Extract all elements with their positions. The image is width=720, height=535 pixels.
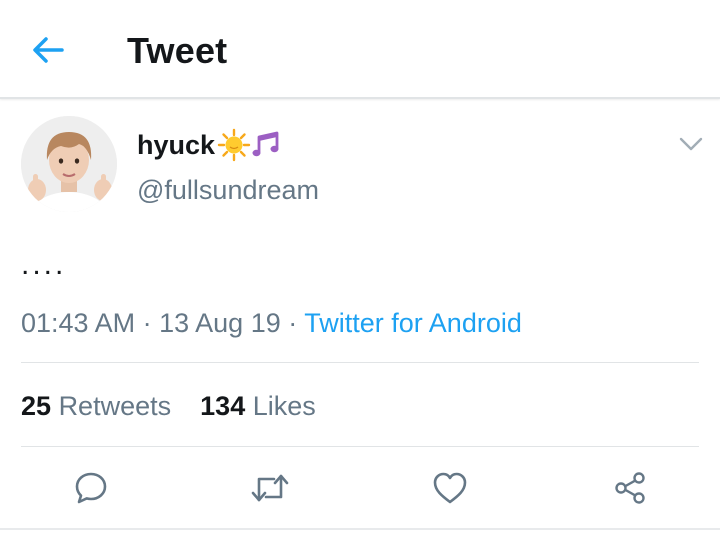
likes-count: 134 [200,391,246,421]
meta-separator: · [142,308,152,338]
retweets-stat[interactable]: 25 Retweets [21,391,179,421]
back-button[interactable] [28,30,68,70]
retweets-label: Retweets [58,391,172,421]
like-button[interactable] [424,462,476,514]
avatar[interactable] [21,116,117,212]
tweet-action-bar [0,462,720,514]
emoji-group [217,128,285,162]
more-options-button[interactable] [676,130,706,158]
top-app-bar: Tweet [0,0,720,99]
arrow-left-icon [33,37,64,63]
tweet-text: .... [21,248,67,281]
retweets-count: 25 [21,391,52,421]
likes-label: Likes [252,391,316,421]
share-button[interactable] [604,462,656,514]
heart-icon [433,472,467,504]
tweet-source-link[interactable]: Twitter for Android [304,308,522,338]
author-name-row[interactable]: hyuck [137,128,285,162]
reply-button[interactable] [65,462,117,514]
share-icon [615,472,645,504]
divider [0,528,720,530]
tweet-stats: 25 Retweets 134 Likes [21,391,316,422]
divider [21,446,699,447]
tweet-time: 01:43 AM [21,308,136,338]
tweet-date: 13 Aug 19 [159,308,281,338]
likes-stat[interactable]: 134 Likes [200,391,316,421]
retweet-button[interactable] [244,462,296,514]
author-display-name[interactable]: hyuck [137,130,215,161]
author-handle[interactable]: @fullsundream [137,175,319,206]
retweet-icon [251,474,289,502]
chevron-down-icon [679,137,703,151]
musical-notes-emoji [252,131,279,157]
profile-photo [21,116,117,212]
sun-emoji [217,128,251,162]
tweet-meta: 01:43 AM · 13 Aug 19 · Twitter for Andro… [21,308,522,339]
page-title: Tweet [127,30,228,71]
divider [21,362,699,363]
meta-separator: · [288,308,298,338]
reply-icon [75,472,107,504]
